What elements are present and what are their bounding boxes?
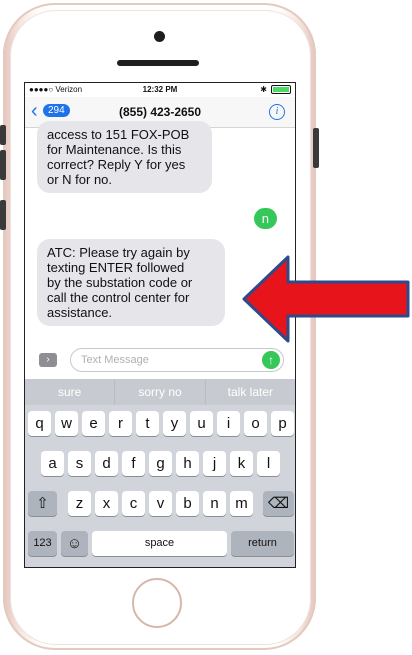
arrow-up-icon[interactable]: ↑ (262, 351, 280, 369)
suggestion-item[interactable]: talk later (206, 379, 295, 405)
message-field[interactable]: ↑ (70, 348, 284, 372)
return-key[interactable]: return (231, 531, 294, 556)
key-o[interactable]: o (244, 411, 267, 436)
status-time: 12:32 PM (142, 85, 178, 94)
key-u[interactable]: u (190, 411, 213, 436)
key-g[interactable]: g (149, 451, 172, 476)
power-button (313, 128, 319, 168)
key-i[interactable]: i (217, 411, 240, 436)
message-input[interactable] (71, 349, 271, 371)
key-h[interactable]: h (176, 451, 199, 476)
status-right: ✱ (260, 85, 291, 94)
key-j[interactable]: j (203, 451, 226, 476)
key-b[interactable]: b (176, 491, 199, 516)
key-q[interactable]: q (28, 411, 51, 436)
volume-up-button (0, 150, 6, 180)
incoming-message[interactable]: access to 151 FOX-POB for Maintenance. I… (37, 121, 212, 193)
composer: › ↑ (25, 345, 295, 375)
key-n[interactable]: n (203, 491, 226, 516)
red-arrow-icon (242, 255, 410, 343)
home-button[interactable] (132, 578, 182, 628)
bluetooth-icon: ✱ (260, 85, 267, 94)
numbers-key[interactable]: 123 (28, 531, 57, 556)
suggestion-item[interactable]: sorry no (115, 379, 206, 405)
key-a[interactable]: a (41, 451, 64, 476)
outgoing-message[interactable]: n (253, 208, 277, 229)
suggestion-item[interactable]: sure (25, 379, 116, 405)
shift-icon[interactable]: ⇧ (28, 491, 57, 516)
key-k[interactable]: k (230, 451, 253, 476)
info-icon[interactable]: i (269, 104, 285, 120)
battery-icon (271, 85, 291, 94)
key-t[interactable]: t (136, 411, 159, 436)
key-f[interactable]: f (122, 451, 145, 476)
suggestion-bar: sure sorry no talk later (25, 379, 295, 405)
key-y[interactable]: y (163, 411, 186, 436)
key-p[interactable]: p (271, 411, 294, 436)
contact-title[interactable]: (855) 423-2650 (25, 105, 295, 119)
key-x[interactable]: x (95, 491, 118, 516)
mute-switch (0, 125, 6, 145)
earpiece-speaker (117, 60, 199, 66)
key-e[interactable]: e (82, 411, 105, 436)
emoji-icon[interactable]: ☺ (61, 531, 88, 556)
volume-down-button (0, 200, 6, 230)
keyboard: sure sorry no talk later q w e r t y u i… (25, 379, 295, 567)
status-bar: ●●●●○ Verizon 12:32 PM ✱ (25, 83, 295, 97)
backspace-icon[interactable]: ⌫ (263, 491, 294, 516)
key-c[interactable]: c (122, 491, 145, 516)
key-w[interactable]: w (55, 411, 78, 436)
incoming-message[interactable]: ATC: Please try again by texting ENTER f… (37, 239, 225, 326)
space-key[interactable]: space (92, 531, 227, 556)
key-r[interactable]: r (109, 411, 132, 436)
chevron-right-icon[interactable]: › (39, 353, 57, 367)
key-s[interactable]: s (68, 451, 91, 476)
key-m[interactable]: m (230, 491, 253, 516)
key-d[interactable]: d (95, 451, 118, 476)
key-z[interactable]: z (68, 491, 91, 516)
key-l[interactable]: l (257, 451, 280, 476)
key-v[interactable]: v (149, 491, 172, 516)
front-camera (154, 31, 165, 42)
